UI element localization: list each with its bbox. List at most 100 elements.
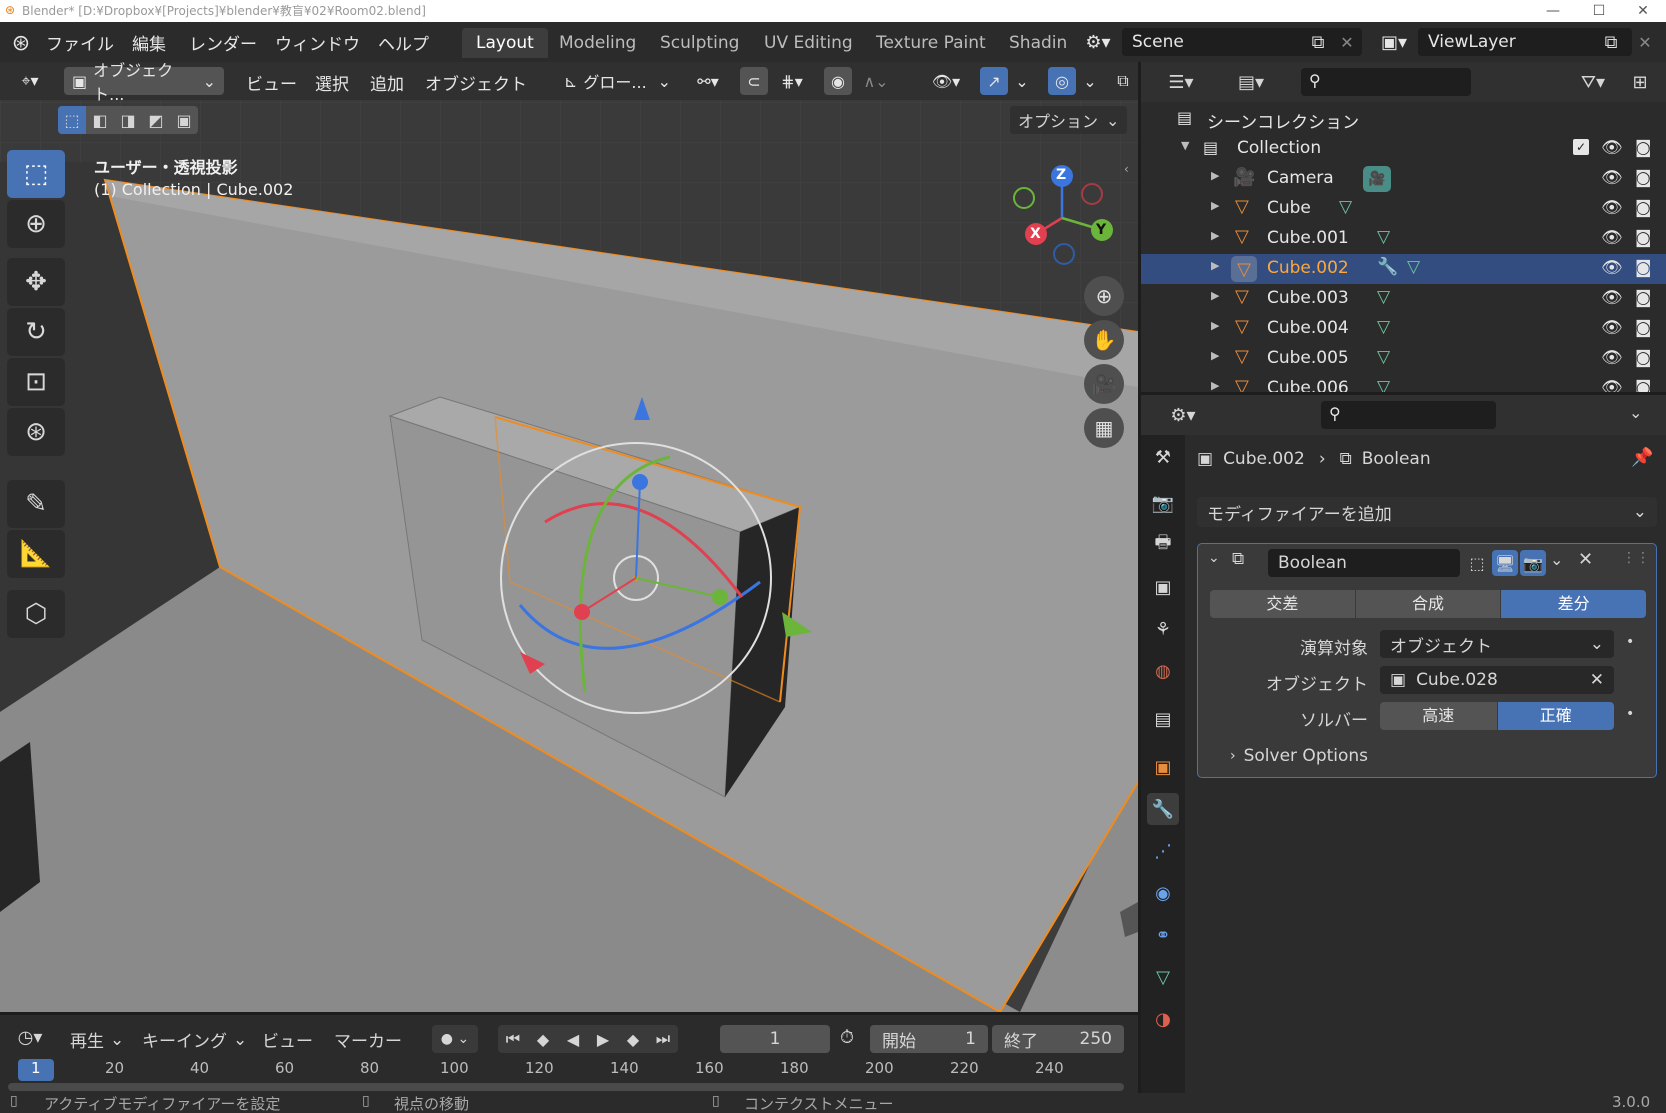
delete-scene-icon[interactable]: ✕ xyxy=(1334,30,1360,54)
solver-fast-button[interactable]: 高速 xyxy=(1380,702,1497,730)
expand-arrow-icon[interactable]: ▶ xyxy=(1211,319,1219,332)
timeline-editor-icon[interactable]: ◷▾ xyxy=(8,1023,52,1051)
blender-menu-icon[interactable]: ⊛ xyxy=(8,30,34,56)
outliner-row-cube-006[interactable]: ▶ ▽ Cube.006 ▽ 👁 ◙ xyxy=(1141,374,1666,392)
gizmo-toggle-icon[interactable]: ↗ xyxy=(980,67,1008,95)
measure-tool-icon[interactable]: 📐 xyxy=(7,530,65,578)
menu-object[interactable]: オブジェクト xyxy=(425,70,527,95)
object-tab-icon[interactable]: ▣ xyxy=(1147,751,1179,783)
select-box-tool-icon[interactable]: ⬚ xyxy=(7,150,65,198)
select-invert-icon[interactable]: ◩ xyxy=(142,106,170,134)
record-icon[interactable]: ● ⌄ xyxy=(432,1025,478,1053)
new-scene-icon[interactable]: ⧉ xyxy=(1305,30,1331,54)
chevron-down-icon[interactable]: ⌄ xyxy=(1629,403,1642,422)
physics-tab-icon[interactable]: ◉ xyxy=(1147,877,1179,909)
select-intersect-icon[interactable]: ▣ xyxy=(170,106,198,134)
rotate-tool-icon[interactable]: ↻ xyxy=(7,308,65,356)
jump-start-icon[interactable]: ⏮ xyxy=(498,1029,528,1049)
start-frame-field[interactable]: 開始 1 xyxy=(870,1025,988,1053)
render-camera-icon[interactable]: ◙ xyxy=(1635,138,1652,158)
mode-dropdown[interactable]: ▣ オブジェクト... ⌄ xyxy=(64,62,224,104)
eye-icon[interactable]: 👁 xyxy=(1601,348,1623,368)
tab-uv-editing[interactable]: UV Editing xyxy=(750,28,867,58)
outliner-row-camera[interactable]: ▶ 🎥 Camera 🎥 👁 ◙ xyxy=(1141,164,1666,194)
collection-checkbox[interactable]: ✓ xyxy=(1573,139,1589,155)
menu-keying[interactable]: キーイング ⌄ xyxy=(142,1027,247,1053)
outliner-row-cube-001[interactable]: ▶ ▽ Cube.001 ▽ 👁 ◙ xyxy=(1141,224,1666,254)
ortho-grid-icon[interactable]: ▦ xyxy=(1084,408,1124,448)
outliner-editor-icon[interactable]: ☰▾ xyxy=(1159,68,1203,96)
eye-icon[interactable]: 👁 xyxy=(1601,198,1623,218)
render-camera-icon[interactable]: ◙ xyxy=(1635,198,1652,218)
eye-icon[interactable]: 👁 xyxy=(1601,228,1623,248)
scene-collection-row[interactable]: ▤ シーンコレクション xyxy=(1141,104,1666,134)
add-modifier-dropdown[interactable]: モディファイアーを追加 ⌄ xyxy=(1197,497,1657,527)
collapse-arrow-icon[interactable]: ⌄ xyxy=(1208,550,1220,566)
add-cube-tool-icon[interactable]: ⬡ xyxy=(7,590,65,638)
solver-options-subpanel[interactable]: › Solver Options xyxy=(1230,746,1368,766)
render-camera-icon[interactable]: ◙ xyxy=(1635,258,1652,278)
render-camera-icon[interactable]: ◙ xyxy=(1635,288,1652,308)
prev-keyframe-icon[interactable]: ◆ xyxy=(528,1030,558,1049)
menu-edit[interactable]: 編集 xyxy=(132,30,166,55)
jump-end-icon[interactable]: ⏭ xyxy=(648,1029,678,1049)
overlay-toggle-icon[interactable]: ◎ xyxy=(1048,67,1076,95)
keyframe-dot-icon[interactable]: • xyxy=(1626,706,1634,722)
pivot-point-icon[interactable]: ⚯▾ xyxy=(686,67,730,95)
zoom-icon[interactable]: ⊕ xyxy=(1084,276,1124,316)
tab-sculpting[interactable]: Sculpting xyxy=(646,28,753,58)
outliner-row-cube[interactable]: ▶ ▽ Cube ▽ 👁 ◙ xyxy=(1141,194,1666,224)
editor-type-icon[interactable]: ⌖▾ xyxy=(8,67,52,95)
eye-icon[interactable]: 👁 xyxy=(1601,378,1623,392)
cursor-tool-icon[interactable]: ⊕ xyxy=(7,200,65,248)
expand-arrow-icon[interactable]: ▶ xyxy=(1211,199,1219,212)
menu-marker[interactable]: マーカー xyxy=(334,1027,402,1052)
play-reverse-icon[interactable]: ◀ xyxy=(558,1030,588,1049)
chevron-down-icon[interactable]: ⌄ xyxy=(1550,550,1563,569)
render-camera-icon[interactable]: ◙ xyxy=(1635,228,1652,248)
maximize-button[interactable]: ☐ xyxy=(1576,0,1622,22)
move-tool-icon[interactable]: ✥ xyxy=(7,258,65,306)
render-camera-icon[interactable]: ◙ xyxy=(1635,378,1652,392)
properties-search-input[interactable]: ⚲ xyxy=(1321,401,1496,429)
solver-exact-button[interactable]: 正確 xyxy=(1497,702,1614,730)
collapse-arrow-icon[interactable]: ▼ xyxy=(1181,139,1189,152)
modifier-tab-icon[interactable]: 🔧 xyxy=(1147,793,1179,825)
select-extend-icon[interactable]: ◧ xyxy=(86,106,114,134)
eye-icon[interactable]: 👁 xyxy=(1601,258,1623,278)
snap-target-icon[interactable]: ⋕▾ xyxy=(770,67,814,95)
minimize-button[interactable]: — xyxy=(1530,0,1576,22)
play-icon[interactable]: ▶ xyxy=(588,1030,618,1049)
sidebar-toggle-icon[interactable]: ‹ xyxy=(1124,162,1129,176)
outliner-row-cube-005[interactable]: ▶ ▽ Cube.005 ▽ 👁 ◙ xyxy=(1141,344,1666,374)
modifier-name-input[interactable]: Boolean xyxy=(1268,549,1460,577)
falloff-icon[interactable]: ∧⌄ xyxy=(856,67,896,95)
chevron-down-icon[interactable]: ⌄ xyxy=(1010,67,1034,95)
properties-editor-icon[interactable]: ⚙▾ xyxy=(1161,401,1205,429)
filter-icon[interactable]: ⛛▾ xyxy=(1571,68,1615,96)
menu-file[interactable]: ファイル xyxy=(46,30,114,55)
new-view-layer-icon[interactable]: ⧉ xyxy=(1598,30,1624,54)
collection-tab-icon[interactable]: ▤ xyxy=(1147,703,1179,735)
end-frame-field[interactable]: 終了 250 xyxy=(992,1025,1124,1053)
annotate-tool-icon[interactable]: ✎ xyxy=(7,480,65,528)
tool-tab-icon[interactable]: ⚒ xyxy=(1147,441,1179,473)
clear-object-icon[interactable]: ✕ xyxy=(1590,670,1604,690)
options-dropdown[interactable]: オプション ⌄ xyxy=(1010,106,1128,134)
render-camera-icon[interactable]: ◙ xyxy=(1635,168,1652,188)
expand-arrow-icon[interactable]: ▶ xyxy=(1211,259,1219,272)
chevron-down-icon[interactable]: ⌄ xyxy=(1078,67,1102,95)
menu-help[interactable]: ヘルプ xyxy=(378,30,429,55)
snap-toggle-icon[interactable]: ⊂ xyxy=(740,67,768,95)
expand-arrow-icon[interactable]: ▶ xyxy=(1211,289,1219,302)
render-toggle-icon[interactable]: 📷 xyxy=(1520,550,1546,576)
eye-icon[interactable]: 👁 xyxy=(1601,288,1623,308)
proportional-edit-icon[interactable]: ◉ xyxy=(824,67,852,95)
particles-tab-icon[interactable]: ⋰ xyxy=(1147,835,1179,867)
pan-hand-icon[interactable]: ✋ xyxy=(1084,320,1124,360)
operation-intersect-button[interactable]: 交差 xyxy=(1210,590,1355,618)
transform-tool-icon[interactable]: ⊛ xyxy=(7,408,65,456)
pin-icon[interactable]: 📌 xyxy=(1631,447,1653,468)
world-tab-icon[interactable]: ◍ xyxy=(1147,655,1179,687)
current-frame-field[interactable]: 1 xyxy=(720,1025,830,1053)
